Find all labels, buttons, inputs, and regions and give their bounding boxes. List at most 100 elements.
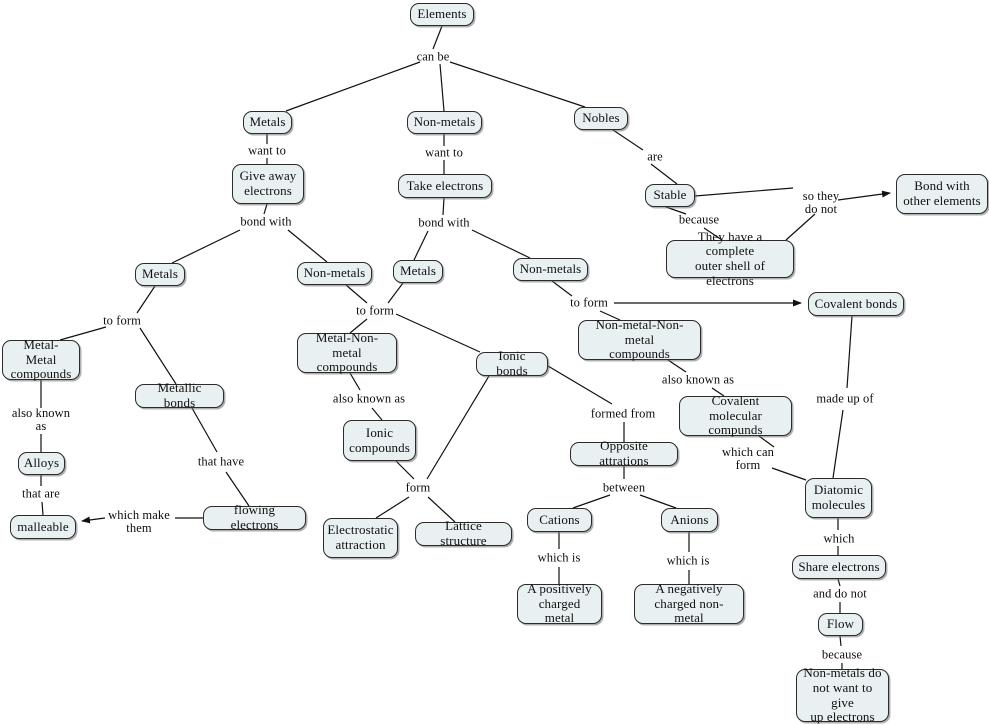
node-ionic-bonds[interactable]: Ionic bonds <box>476 349 548 378</box>
edge-covalentbonds-madeupof <box>846 315 853 389</box>
edge-label-want-to-metals: want to <box>248 143 286 158</box>
edge-metallicbonds-thathave <box>191 407 218 453</box>
node-non-metal-non-metal-compounds[interactable]: Non-metal-Non-metal compounds <box>578 317 701 361</box>
edge-ioniccompounds-form <box>395 460 415 480</box>
edge-label-because-flow: because <box>821 647 863 662</box>
edge-label-that-have: that have <box>197 454 245 469</box>
node-give-away-electrons[interactable]: Give away electrons <box>232 164 304 204</box>
node-non-metals-2[interactable]: Non-metals <box>297 262 372 285</box>
node-non-metals-3[interactable]: Non-metals <box>513 258 588 281</box>
edge-label-which: which <box>823 531 855 546</box>
edge-flow-because <box>839 635 842 647</box>
node-metallic-bonds[interactable]: Metallic bonds <box>135 381 224 410</box>
node-metals-1[interactable]: Metals <box>243 111 292 134</box>
edge-bondwith-metals3 <box>413 230 429 261</box>
edge-alsoknownas-ioniccompounds <box>371 407 383 421</box>
edge-bondwith-metals2 <box>171 229 241 264</box>
node-take-electrons[interactable]: Take electrons <box>398 174 492 198</box>
edge-ionicbonds-formedfrom <box>547 365 613 405</box>
node-malleable[interactable]: malleable <box>10 515 76 539</box>
node-ionic-compounds[interactable]: Ionic compounds <box>343 420 416 461</box>
edge-nonmetals2-toform <box>345 284 368 304</box>
edge-whichmakethem-malleable <box>81 516 106 524</box>
edge-metalnonmetal-alsoknownas <box>349 372 361 391</box>
edge-label-bond-with-metals: bond with <box>240 214 292 229</box>
edge-label-because-stable: because <box>678 212 720 227</box>
edge-label-form: form <box>405 480 431 495</box>
edge-canbe-nonmetals1 <box>439 63 445 112</box>
edge-label-also-known-as-alloys: also known as <box>11 405 71 433</box>
edge-label-between: between <box>602 480 646 495</box>
edge-label-want-to-nonmetals: want to <box>425 145 463 160</box>
edge-label-can-be: can be <box>416 49 450 64</box>
edge-label-formed-from: formed from <box>590 406 656 421</box>
node-flowing-electrons[interactable]: flowing electrons <box>203 503 306 532</box>
edge-metals2-toform <box>136 285 156 314</box>
edge-nonmetals3-toform <box>551 280 573 297</box>
edge-metals3-toform <box>387 282 404 304</box>
edge-bondwith-nonmetals3 <box>471 229 531 259</box>
edge-are-stable <box>650 163 678 185</box>
edge-bondwith-nonmetals2 <box>287 229 328 263</box>
edge-canbe-metals1 <box>285 61 421 112</box>
edge-giveaway-bondwith <box>263 203 268 215</box>
node-covalent-bonds[interactable]: Covalent bonds <box>808 292 904 316</box>
concept-map-canvas: Elements Metals Non-metals Nobles Give a… <box>0 0 989 725</box>
edge-canbe-nobles <box>449 61 586 108</box>
node-electrostatic-attraction[interactable]: Electrostatic attraction <box>323 518 398 558</box>
edge-elements-canbe <box>432 25 443 50</box>
edge-label-are: are <box>647 149 663 164</box>
edge-label-which-make-them: which make them <box>108 507 170 535</box>
edge-label-to-form-ionic: to form <box>356 303 394 318</box>
node-non-metals-do-not-give-up-electrons[interactable]: Non-metals do not want to give up electr… <box>796 666 889 724</box>
node-cations[interactable]: Cations <box>527 508 592 532</box>
node-share-electrons[interactable]: Share electrons <box>792 555 886 579</box>
node-metal-metal-compounds[interactable]: Metal-Metal compounds <box>2 337 80 381</box>
node-non-metals-1[interactable]: Non-metals <box>407 111 482 134</box>
edge-thatare-malleable <box>41 501 44 516</box>
edge-takeelectrons-bondwith <box>442 197 445 216</box>
node-positively-charged-metal[interactable]: A positively charged metal <box>517 581 602 625</box>
edge-label-to-form-covalent: to form <box>570 295 608 310</box>
edge-label-bond-with-nonmetals: bond with <box>418 215 470 230</box>
edge-nobles-are <box>612 129 644 151</box>
edge-label-which-can-form: which can form <box>722 444 774 472</box>
edge-label-so-they-do-not: so they do not <box>802 188 840 216</box>
edge-toform-metallicbonds <box>139 327 177 385</box>
node-flow[interactable]: Flow <box>818 613 863 636</box>
node-elements[interactable]: Elements <box>410 3 474 26</box>
edge-thathave-flowing <box>225 471 250 507</box>
edge-label-which-is-anions: which is <box>666 553 710 568</box>
node-negatively-charged-non-metal[interactable]: A negatively charged non-metal <box>634 581 744 625</box>
node-complete-outer-shell[interactable]: They have a complete outer shell of elec… <box>666 229 794 287</box>
edge-between-cations <box>572 494 611 509</box>
node-bond-with-other-elements[interactable]: Bond with other elements <box>896 174 988 214</box>
edge-label-to-form-metals: to form <box>103 313 141 328</box>
node-alloys[interactable]: Alloys <box>18 452 65 475</box>
edge-label-made-up-of: made up of <box>816 391 874 406</box>
node-stable[interactable]: Stable <box>645 184 695 207</box>
edge-label-and-do-not: and do not <box>813 586 867 601</box>
edge-toform-ionicbonds <box>395 313 481 353</box>
edge-shareelectrons-anddonot <box>837 578 841 587</box>
edge-label-which-is-cations: which is <box>537 550 581 565</box>
node-metals-3[interactable]: Metals <box>393 260 443 283</box>
node-covalent-molecular-compounds[interactable]: Covalent molecular compunds <box>679 393 792 437</box>
node-metal-non-metal-compounds[interactable]: Metal-Non-metal compounds <box>297 330 397 374</box>
edge-between-anions <box>639 494 677 509</box>
node-nobles[interactable]: Nobles <box>574 107 628 130</box>
node-lattice-structure[interactable]: Lattice structure <box>415 519 512 548</box>
node-metals-2[interactable]: Metals <box>135 263 185 286</box>
edge-label-that-are: that are <box>22 486 60 501</box>
edge-madeupof-diatomic <box>832 409 844 479</box>
edge-label-also-known-as-covalent: also known as <box>661 372 735 387</box>
edge-ionicbonds-form <box>426 375 490 480</box>
edge-sotheydonot-bondwith <box>837 190 891 201</box>
node-opposite-attractions[interactable]: Opposite attrations <box>570 439 678 468</box>
edge-label-also-known-as-ionic: also known as <box>332 391 406 406</box>
node-anions[interactable]: Anions <box>661 508 718 532</box>
edge-whichcanform-diatomic <box>771 467 807 481</box>
edge-stable-sotheydonot <box>694 187 794 197</box>
edge-form-electrostatic <box>375 496 410 519</box>
node-diatomic-molecules[interactable]: Diatomic molecules <box>805 478 872 518</box>
